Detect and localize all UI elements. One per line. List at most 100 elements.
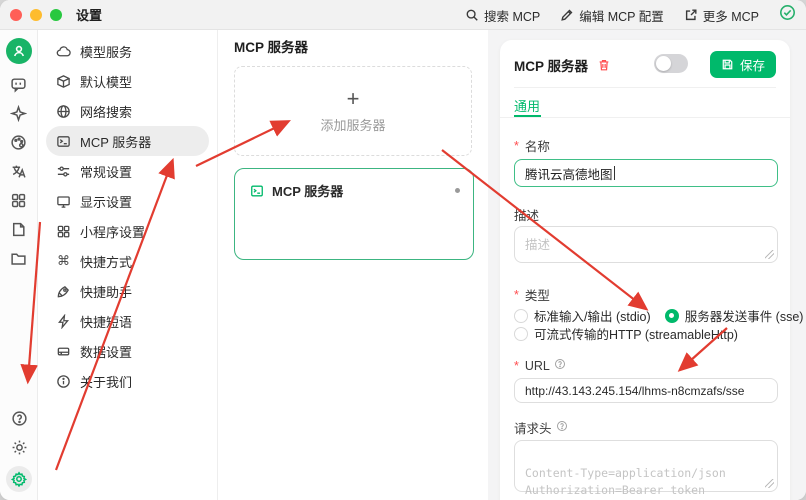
radio-circle [514,309,528,323]
rail-files-button[interactable] [10,250,27,267]
required-marker: * [514,359,519,373]
name-input[interactable]: 腾讯云高德地图 [514,159,778,187]
add-server-button[interactable]: + 添加服务器 [234,66,472,156]
info-icon [56,374,71,389]
url-input[interactable]: http://43.143.245.154/lhms-n8cmzafs/sse [514,378,778,403]
settings-menu: 模型服务 默认模型 网络搜索 MCP 服务器 常规设置 显示设置 小程序设置 ⌘… [38,30,218,500]
menu-item-label: 网络搜索 [80,102,132,121]
server-card[interactable]: MCP 服务器 [234,168,474,260]
package-icon [56,74,71,89]
edit-mcp-config-button[interactable]: 编辑 MCP 配置 [560,6,664,25]
radio-circle-checked [665,309,679,323]
resize-handle[interactable] [765,250,774,259]
toggle-knob [656,56,671,71]
save-button[interactable]: 保存 [710,51,776,78]
more-mcp-button[interactable]: 更多 MCP [684,6,759,25]
zoom-window-button[interactable] [50,9,62,21]
window-title: 设置 [76,5,102,24]
folder-icon [10,250,27,267]
database-icon [56,344,71,359]
required-marker: * [514,288,519,302]
save-button-label: 保存 [740,55,765,74]
text-caret [614,166,615,180]
description-field-label: 描述 [514,205,539,224]
rail-translation-button[interactable] [10,163,27,180]
headers-field-label: 请求头 [514,418,568,437]
menu-item-general-settings[interactable]: 常规设置 [46,156,209,186]
name-field-label: * 名称 [514,136,550,155]
close-window-button[interactable] [10,9,22,21]
headers-textarea[interactable]: Content-Type=application/json Authorizat… [514,440,778,492]
person-icon [11,43,27,59]
external-link-icon [684,8,698,22]
menu-item-label: 快捷助手 [80,282,132,301]
menu-item-label: 快捷方式 [80,252,132,271]
menu-item-shortcuts[interactable]: ⌘ 快捷方式 [46,246,209,276]
rail-notes-button[interactable] [10,221,27,238]
translate-icon [10,163,27,180]
menu-item-about[interactable]: 关于我们 [46,366,209,396]
menu-item-label: 小程序设置 [80,222,145,241]
menu-item-label: 默认模型 [80,72,132,91]
panel-title: MCP 服务器 [234,36,308,56]
settings-window: 设置 搜索 MCP 编辑 MCP 配置 更多 MCP [0,0,806,500]
menu-item-model-services[interactable]: 模型服务 [46,36,209,66]
sun-icon [11,439,28,456]
menu-item-web-search[interactable]: 网络搜索 [46,96,209,126]
menu-item-label: 显示设置 [80,192,132,211]
minimize-window-button[interactable] [30,9,42,21]
menu-item-miniapp-settings[interactable]: 小程序设置 [46,216,209,246]
search-mcp-button[interactable]: 搜索 MCP [465,6,540,25]
rail-paintings-button[interactable] [10,134,27,151]
server-detail-card: MCP 服务器 保存 通用 * 名称 腾讯云高德地图 [500,40,790,500]
search-icon [465,8,479,22]
menu-item-label: MCP 服务器 [80,132,151,151]
radio-streamable-http[interactable]: 可流式传输的HTTP (streamableHttp) [514,324,738,343]
user-avatar[interactable] [6,38,32,64]
chat-icon [10,76,27,93]
menu-item-label: 常规设置 [80,162,132,181]
question-circle-icon [556,420,568,435]
rocket-icon [56,284,71,299]
divider [514,87,776,88]
sparkle-icon [10,105,27,122]
terminal-icon [250,184,264,198]
menu-item-quick-phrases[interactable]: 快捷短语 [46,306,209,336]
pencil-icon [560,8,574,22]
server-detail-area: MCP 服务器 保存 通用 * 名称 腾讯云高德地图 [488,30,806,500]
add-server-label: 添加服务器 [320,115,385,134]
delete-server-button[interactable] [597,58,611,72]
grid-icon [56,224,71,239]
menu-item-default-model[interactable]: 默认模型 [46,66,209,96]
lightning-icon [56,314,71,329]
radio-label: 标准输入/输出 (stdio) [534,306,651,325]
server-enabled-toggle[interactable] [654,54,688,73]
required-marker: * [514,139,519,153]
document-icon [10,221,27,238]
monitor-icon [56,194,71,209]
type-field-label: * 类型 [514,285,550,304]
help-button[interactable] [11,410,28,427]
radio-stdio[interactable]: 标准输入/输出 (stdio) [514,306,651,325]
divider [500,117,790,118]
menu-item-data-settings[interactable]: 数据设置 [46,336,209,366]
save-icon [721,58,734,71]
cloud-icon [56,44,71,59]
theme-button[interactable] [11,439,28,456]
menu-item-quick-assistant[interactable]: 快捷助手 [46,276,209,306]
resize-handle[interactable] [765,479,774,488]
tab-general[interactable]: 通用 [514,96,540,115]
menu-item-label: 模型服务 [80,42,132,61]
menu-item-display-settings[interactable]: 显示设置 [46,186,209,216]
rail-translate-button[interactable] [10,105,27,122]
menu-item-mcp-servers[interactable]: MCP 服务器 [46,126,209,156]
gear-icon [11,471,27,487]
description-textarea[interactable]: 描述 [514,226,778,263]
rail-apps-button[interactable] [10,192,27,209]
edit-mcp-config-label: 编辑 MCP 配置 [579,6,664,25]
radio-sse[interactable]: 服务器发送事件 (sse) [665,306,804,325]
server-status-dot [455,188,460,193]
settings-button-active[interactable] [6,466,32,492]
globe-icon [56,104,71,119]
rail-chat-button[interactable] [10,76,27,93]
